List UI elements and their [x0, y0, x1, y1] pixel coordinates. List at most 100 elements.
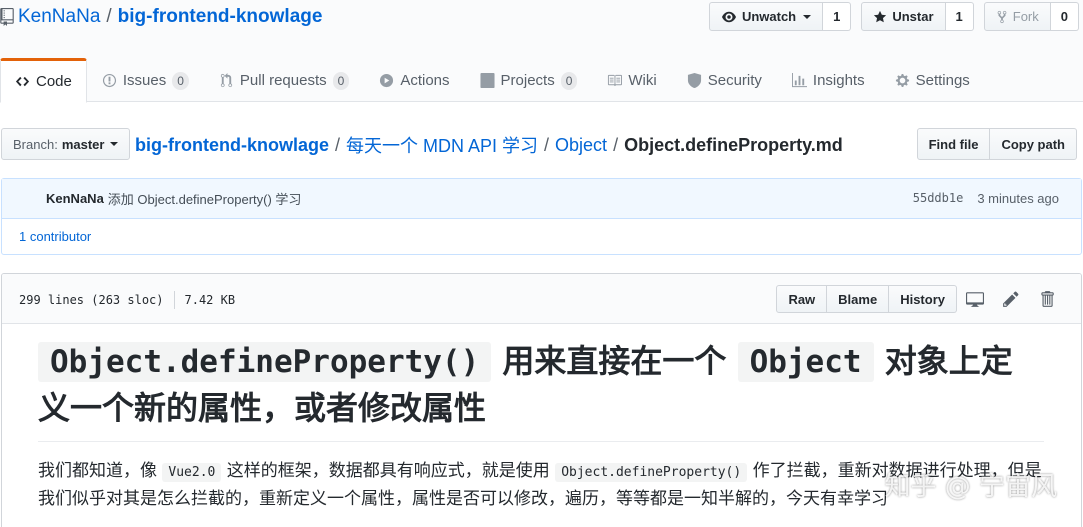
fork-label: Fork	[1012, 9, 1039, 24]
tab-issues[interactable]: Issues 0	[87, 58, 204, 103]
tab-projects-label: Projects	[500, 72, 555, 89]
tab-pull-requests-label: Pull requests	[239, 72, 327, 89]
pencil-icon[interactable]	[993, 290, 1029, 308]
inline-code: Vue2.0	[162, 463, 222, 482]
contributors-link[interactable]: 1 contributor	[2, 219, 1081, 254]
play-icon	[380, 73, 394, 88]
pulls-counter: 0	[332, 71, 350, 90]
markdown-heading: Object.defineProperty() 用来直接在一个 Object 对…	[38, 338, 1044, 442]
tab-security[interactable]: Security	[672, 58, 777, 103]
commit-message-link[interactable]: 添加 Object.defineProperty() 学习	[108, 189, 302, 208]
tab-code-label: Code	[36, 73, 72, 90]
tab-wiki-label: Wiki	[628, 72, 657, 89]
fork-group: Fork 0	[983, 2, 1079, 31]
history-button[interactable]: History	[889, 285, 957, 313]
star-group: Unstar 1	[861, 2, 974, 31]
graph-icon	[791, 73, 807, 88]
breadcrumb-dir-link[interactable]: 每天一个 MDN API 学习	[346, 132, 538, 158]
tab-pull-requests[interactable]: Pull requests 0	[204, 58, 364, 103]
tab-issues-label: Issues	[122, 72, 167, 89]
blame-button[interactable]: Blame	[827, 285, 890, 313]
trash-icon[interactable]	[1029, 290, 1065, 308]
raw-button[interactable]: Raw	[776, 285, 828, 313]
breadcrumb: big-frontend-knowlage / 每天一个 MDN API 学习 …	[135, 132, 843, 158]
heading-code: Object.defineProperty()	[38, 342, 492, 382]
tab-code[interactable]: Code	[0, 58, 87, 103]
unstar-label: Unstar	[892, 9, 934, 24]
watch-count[interactable]: 1	[823, 2, 852, 31]
project-icon	[479, 73, 495, 88]
shield-icon	[687, 73, 701, 88]
heading-code: Object	[737, 342, 874, 382]
commit-time: 3 minutes ago	[977, 191, 1059, 206]
file-info: 299 lines (263 sloc) 7.42 KB	[19, 291, 235, 309]
fork-icon	[997, 10, 1007, 23]
commit-tease: KenNaNa 添加 Object.defineProperty() 学习 55…	[2, 179, 1081, 219]
file-nav-buttons: Find file Copy path	[916, 128, 1077, 160]
tab-actions[interactable]: Actions	[364, 58, 464, 103]
repo-header: KenNaNa / big-frontend-knowlage Unwatch …	[0, 0, 1083, 103]
unwatch-button[interactable]: Unwatch	[708, 2, 824, 31]
tab-insights[interactable]: Insights	[777, 58, 880, 103]
projects-counter: 0	[560, 71, 578, 90]
commit-sha-link[interactable]: 55ddb1e	[913, 191, 964, 206]
fork-button[interactable]: Fork	[983, 2, 1051, 31]
file-header: 299 lines (263 sloc) 7.42 KB Raw Blame H…	[2, 274, 1081, 324]
file-size: 7.42 KB	[184, 293, 236, 307]
desktop-icon[interactable]	[957, 290, 993, 308]
file-navigation: Branch: master big-frontend-knowlage / 每…	[0, 128, 1083, 160]
unwatch-label: Unwatch	[741, 9, 797, 24]
repo-separator: /	[106, 6, 112, 27]
star-icon	[874, 10, 887, 22]
tab-projects[interactable]: Projects 0	[465, 58, 593, 103]
tab-settings[interactable]: Settings	[880, 58, 985, 103]
tab-actions-label: Actions	[400, 72, 450, 89]
find-file-button[interactable]: Find file	[916, 128, 991, 160]
paragraph-text: 这样的框架，数据都具有响应式，就是使用	[226, 461, 550, 481]
file-button-group: Raw Blame History	[776, 285, 957, 313]
branch-value: master	[61, 136, 105, 152]
commit-meta: 55ddb1e 3 minutes ago	[913, 191, 1059, 206]
repo-name-link[interactable]: big-frontend-knowlage	[118, 6, 323, 28]
issues-counter: 0	[172, 71, 189, 90]
repo-nav: Code Issues 0 Pull requests 0 Actions Pr…	[0, 58, 985, 103]
paragraph-text: 我们都知道，像	[38, 461, 157, 481]
repo-icon	[0, 8, 14, 26]
watermark: 知乎 @ 宁宙风	[884, 472, 1057, 502]
commit-author-link[interactable]: KenNaNa	[46, 191, 104, 206]
breadcrumb-separator: /	[334, 134, 340, 155]
breadcrumb-file-name: Object.defineProperty.md	[624, 134, 843, 155]
tab-insights-label: Insights	[812, 72, 865, 89]
pagehead-actions: Unwatch 1 Unstar 1 Fork 0	[708, 2, 1079, 31]
book-icon	[608, 74, 623, 87]
issue-icon	[102, 73, 116, 88]
chevron-down-icon	[110, 142, 119, 146]
copy-path-button[interactable]: Copy path	[990, 128, 1077, 160]
file-actions: Raw Blame History	[776, 285, 1065, 313]
tab-security-label: Security	[707, 72, 762, 89]
file-info-divider	[173, 291, 175, 309]
pull-request-icon	[220, 73, 233, 88]
repo-title: KenNaNa / big-frontend-knowlage	[0, 6, 322, 28]
chevron-down-icon	[803, 14, 812, 19]
file-lines: 299 lines (263 sloc)	[19, 293, 164, 307]
unstar-button[interactable]: Unstar	[861, 2, 946, 31]
branch-label: Branch:	[13, 136, 58, 152]
eye-icon	[721, 11, 736, 22]
code-icon	[15, 76, 30, 87]
tab-settings-label: Settings	[915, 72, 970, 89]
breadcrumb-separator: /	[544, 134, 550, 155]
breadcrumb-root-link[interactable]: big-frontend-knowlage	[135, 135, 329, 156]
repo-owner-link[interactable]: KenNaNa	[18, 6, 100, 28]
fork-count[interactable]: 0	[1050, 2, 1079, 31]
branch-select-button[interactable]: Branch: master	[1, 128, 131, 160]
gear-icon	[895, 73, 909, 88]
breadcrumb-separator: /	[613, 134, 619, 155]
commit-box: KenNaNa 添加 Object.defineProperty() 学习 55…	[1, 178, 1082, 255]
watch-group: Unwatch 1	[708, 2, 852, 31]
star-count[interactable]: 1	[945, 2, 974, 31]
breadcrumb-dir-link[interactable]: Object	[555, 135, 607, 156]
heading-text: 用来直接在一个	[502, 342, 727, 380]
inline-code: Object.defineProperty()	[555, 463, 748, 482]
tab-wiki[interactable]: Wiki	[592, 58, 671, 103]
